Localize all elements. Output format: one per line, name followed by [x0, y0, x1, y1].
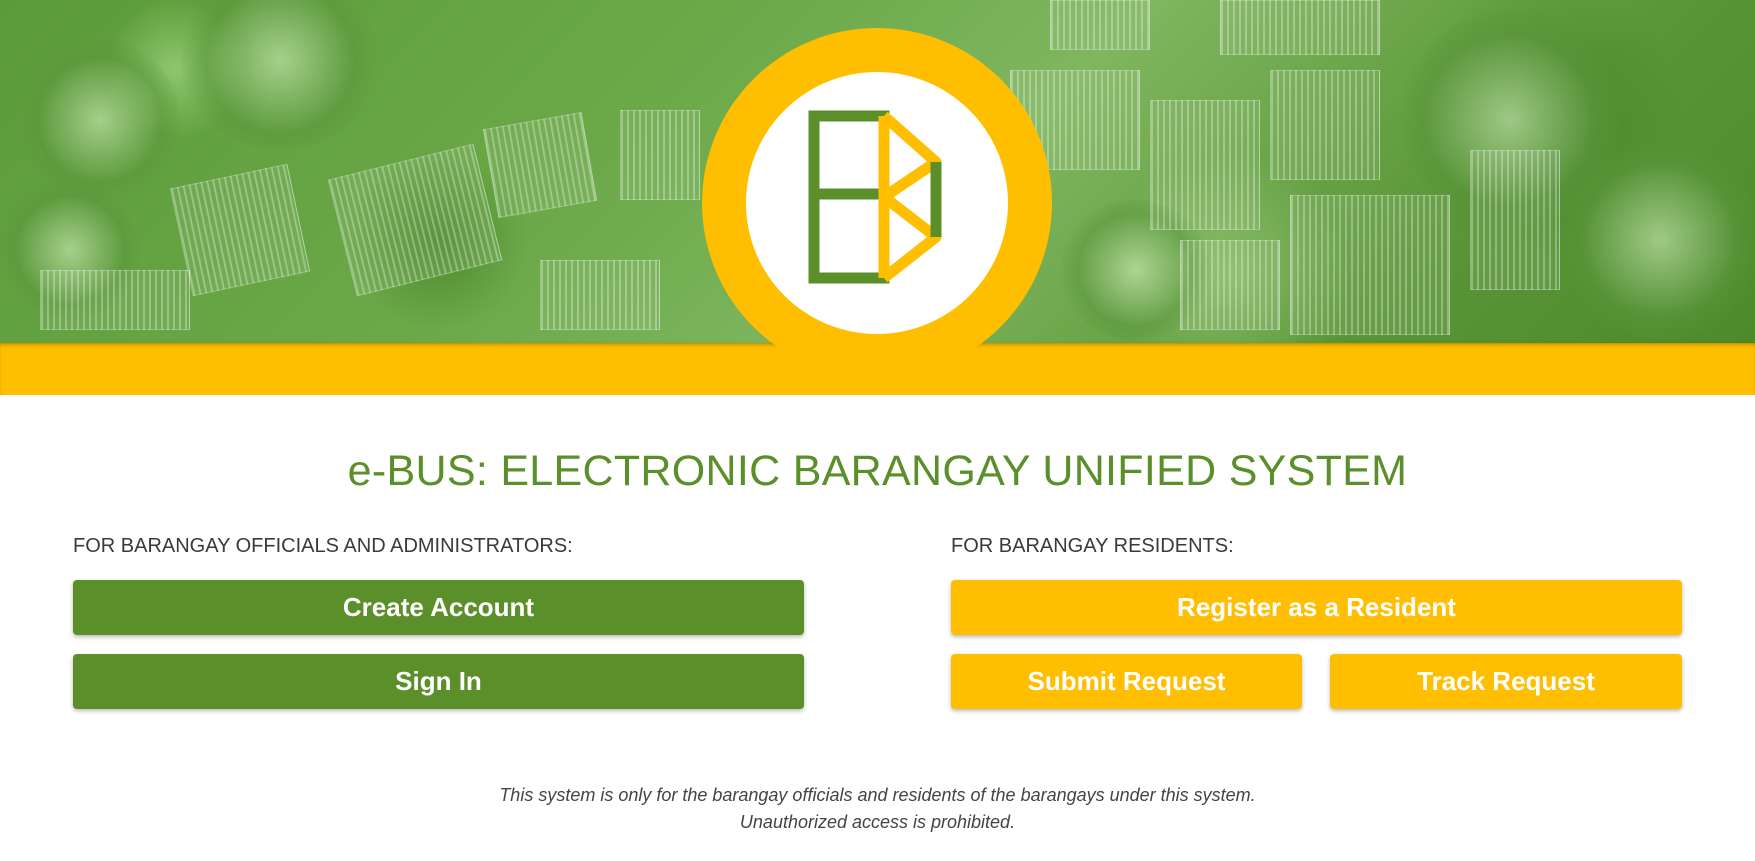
- hero-header: [0, 0, 1755, 395]
- track-request-button[interactable]: Track Request: [1330, 654, 1682, 709]
- sign-in-button[interactable]: Sign In: [73, 654, 804, 709]
- disclaimer-note: This system is only for the barangay off…: [0, 782, 1755, 836]
- landing-page: e-BUS: ELECTRONIC BARANGAY UNIFIED SYSTE…: [0, 0, 1755, 861]
- create-account-button[interactable]: Create Account: [73, 580, 804, 635]
- officials-section-label: FOR BARANGAY OFFICIALS AND ADMINISTRATOR…: [73, 535, 573, 557]
- submit-request-button[interactable]: Submit Request: [951, 654, 1302, 709]
- disclaimer-line-1: This system is only for the barangay off…: [499, 785, 1256, 805]
- residents-section-label: FOR BARANGAY RESIDENTS:: [951, 535, 1234, 557]
- register-resident-button[interactable]: Register as a Resident: [951, 580, 1682, 635]
- page-title: e-BUS: ELECTRONIC BARANGAY UNIFIED SYSTE…: [347, 447, 1408, 495]
- logo-circle: [746, 72, 1008, 334]
- ebus-logo-icon: [808, 110, 942, 284]
- logo-badge: [702, 28, 1052, 378]
- disclaimer-line-2: Unauthorized access is prohibited.: [739, 812, 1016, 832]
